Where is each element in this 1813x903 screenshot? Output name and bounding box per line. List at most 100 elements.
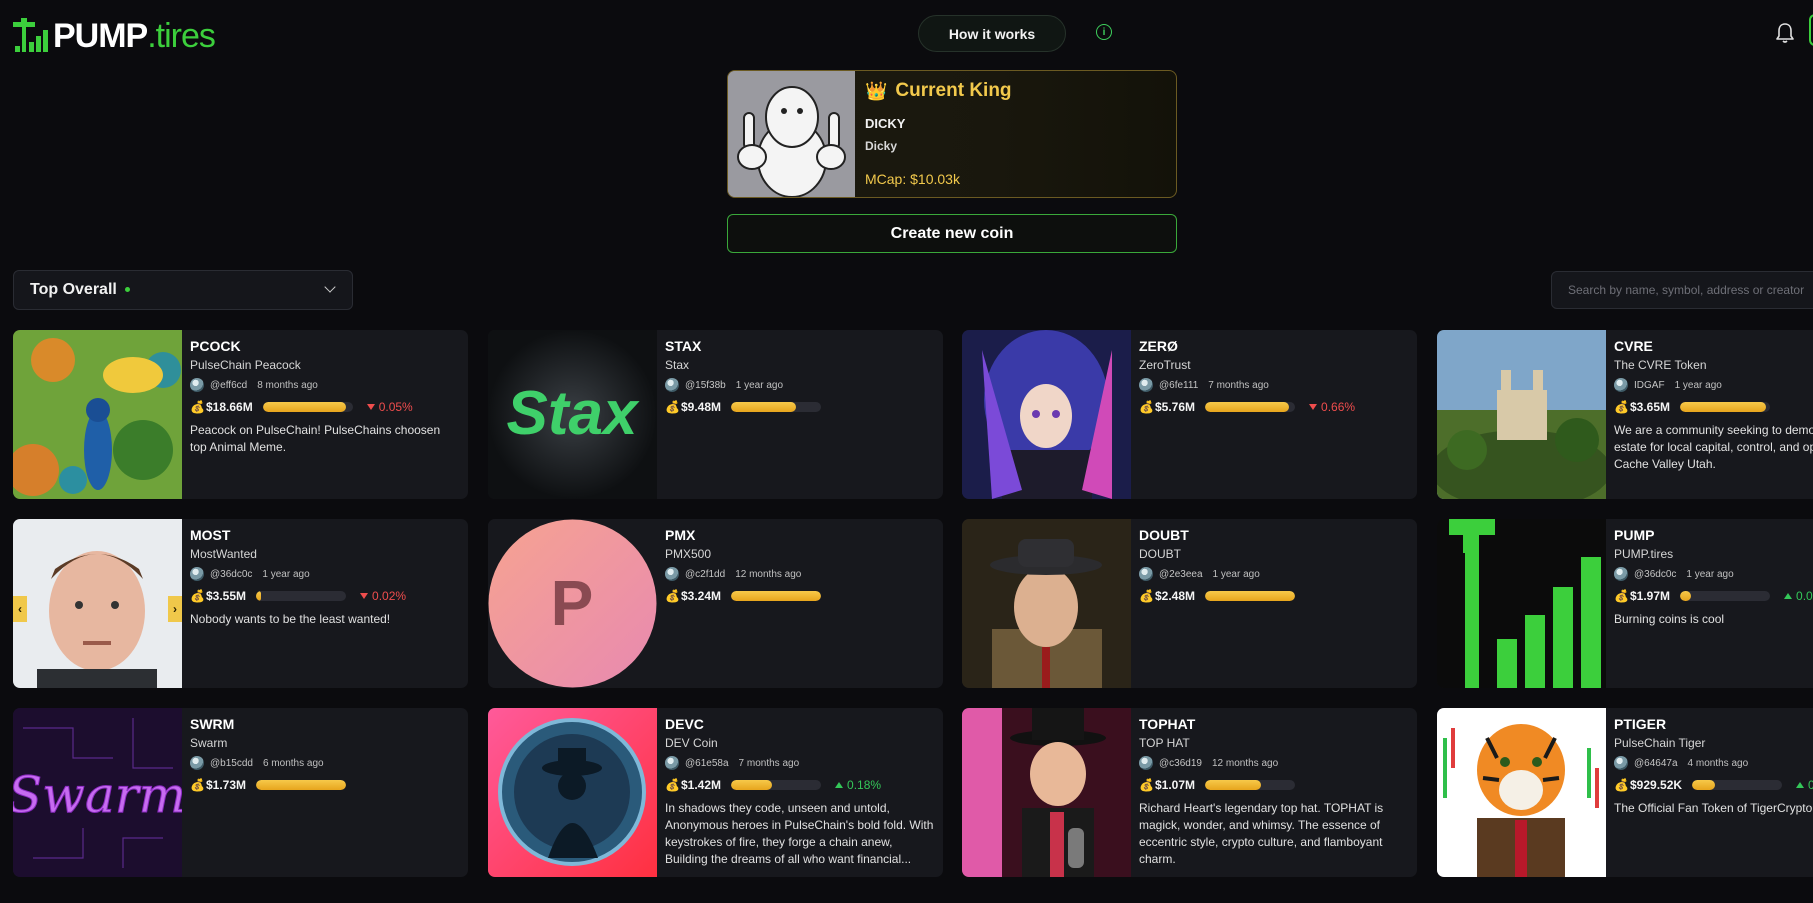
coin-age: 6 months ago [262, 757, 324, 769]
coin-symbol: CVRE [1614, 338, 1653, 354]
creator-handle[interactable]: @64647a [1634, 758, 1678, 769]
king-coin-image [728, 71, 855, 197]
creator-avatar[interactable] [665, 378, 679, 392]
creator-handle[interactable]: @c36d19 [1159, 758, 1202, 769]
price-change: 0.0 [1784, 589, 1813, 603]
coin-info: SWRM Swarm @b15cdd 6 months ago 💰 $1.73M [190, 716, 460, 793]
creator-handle[interactable]: @b15cdd [210, 758, 253, 769]
creator-avatar[interactable] [1614, 756, 1628, 770]
bonding-progress-bar [1205, 780, 1296, 790]
carousel-next-button[interactable]: › [168, 596, 182, 622]
creator-handle[interactable]: IDGAF [1634, 380, 1665, 391]
coin-card-ptiger[interactable]: PTIGER PulseChain Tiger @64647a 4 months… [1437, 708, 1813, 877]
coin-symbol: PMX [665, 527, 696, 543]
coin-name: PMX500 [665, 547, 712, 561]
creator-avatar[interactable] [665, 567, 679, 581]
coin-description: We are a community seeking to democratiz… [1614, 423, 1813, 471]
coin-image: Stax [488, 330, 657, 499]
creator-avatar[interactable] [1614, 567, 1628, 581]
coin-card-pcock[interactable]: PCOCK PulseChain Peacock @eff6cd 8 month… [13, 330, 468, 499]
bonding-progress-fill [731, 591, 822, 601]
creator-handle[interactable]: @61e58a [685, 758, 729, 769]
creator-avatar[interactable] [665, 756, 679, 770]
arrow-up-icon [1796, 782, 1805, 788]
creator-avatar[interactable] [1614, 378, 1628, 392]
creator-avatar[interactable] [1139, 378, 1153, 392]
creator-avatar[interactable] [190, 567, 204, 581]
coin-image [962, 330, 1131, 499]
coin-card-pump[interactable]: PUMP PUMP.tires @36dc0c 1 year ago 💰 $1.… [1437, 519, 1813, 688]
notification-bell-icon[interactable] [1775, 22, 1795, 44]
coin-card-devc[interactable]: DEVC DEV Coin @61e58a 7 months ago 💰 $1.… [488, 708, 943, 877]
creator-handle[interactable]: @15f38b [685, 380, 726, 391]
coin-card-tophat[interactable]: TOPHAT TOP HAT @c36d19 12 months ago 💰 $… [962, 708, 1417, 877]
bonding-progress-bar [1692, 780, 1783, 790]
coin-card-swrm[interactable]: Swarm SWRM Swarm @b15cdd 6 months ago 💰 … [13, 708, 468, 877]
coin-symbol: SWRM [190, 716, 235, 732]
creator-handle[interactable]: @36dc0c [1634, 569, 1676, 580]
creator-handle[interactable]: @c2f1dd [685, 569, 725, 580]
coin-mcap: $9.48M [681, 400, 722, 414]
coin-symbol: MOST [190, 527, 231, 543]
coin-name: TOP HAT [1139, 736, 1190, 750]
money-bag-icon: 💰 [1139, 778, 1154, 792]
coin-card-doubt[interactable]: DOUBT DOUBT @2e3eea 1 year ago 💰 $2.48M [962, 519, 1417, 688]
coin-card-pmx[interactable]: P PMX PMX500 @c2f1dd 12 months ago 💰 $3.… [488, 519, 943, 688]
creator-avatar[interactable] [190, 378, 204, 392]
creator-handle[interactable]: @6fe111 [1159, 380, 1198, 391]
creator-handle[interactable]: @36dc0c [210, 569, 252, 580]
coin-card-stax[interactable]: Stax STAX Stax @15f38b 1 year ago 💰 $9.4… [488, 330, 943, 499]
crown-icon: 👑 [865, 80, 888, 101]
sort-dropdown-label: Top Overall [30, 281, 117, 298]
creator-handle[interactable]: @eff6cd [210, 380, 247, 391]
search-input[interactable] [1551, 271, 1813, 309]
bonding-progress-fill [1205, 591, 1296, 601]
coin-name: MostWanted [190, 547, 257, 561]
coin-symbol: TOPHAT [1139, 716, 1196, 732]
creator-avatar[interactable] [1139, 756, 1153, 770]
coin-image [1437, 519, 1606, 688]
svg-text:Swarm: Swarm [13, 766, 182, 824]
price-change-value: 0.66% [1321, 400, 1356, 414]
coin-info: PTIGER PulseChain Tiger @64647a 4 months… [1614, 716, 1813, 817]
create-new-coin-button[interactable]: Create new coin [727, 214, 1177, 253]
coin-mcap: $1.73M [206, 778, 247, 792]
money-bag-icon: 💰 [1614, 589, 1629, 603]
coin-age: 1 year ago [1686, 568, 1734, 580]
bonding-progress-fill [256, 780, 347, 790]
coin-info: PCOCK PulseChain Peacock @eff6cd 8 month… [190, 338, 460, 456]
svg-text:P: P [551, 567, 594, 639]
coin-stats-row: 💰 $1.42M 0.18% [665, 777, 935, 793]
creator-avatar[interactable] [190, 756, 204, 770]
coin-description: Burning coins is cool [1614, 612, 1725, 626]
coin-name: PUMP.tires [1614, 547, 1674, 561]
sort-dropdown[interactable]: Top Overall [13, 270, 353, 310]
coin-info: DEVC DEV Coin @61e58a 7 months ago 💰 $1.… [665, 716, 935, 868]
coin-image [1437, 330, 1606, 499]
bonding-progress-bar [256, 591, 347, 601]
bonding-progress-fill [262, 402, 346, 412]
coin-card-zerø[interactable]: ZERØ ZeroTrust @6fe111 7 months ago 💰 $5… [962, 330, 1417, 499]
coin-mcap: $2.48M [1155, 589, 1196, 603]
coin-creator-row: @c2f1dd 12 months ago [665, 567, 935, 581]
logo[interactable]: PUMP.tires [13, 14, 216, 54]
carousel-prev-button[interactable]: ‹ [13, 596, 27, 622]
current-king-card[interactable]: 👑 Current King DICKY Dicky MCap: $10.03k [727, 70, 1177, 198]
creator-handle[interactable]: @2e3eea [1159, 569, 1203, 580]
coin-stats-row: 💰 $3.24M [665, 588, 935, 604]
chevron-down-icon [324, 281, 336, 293]
coin-mcap: $1.97M [1630, 589, 1671, 603]
coin-age: 1 year ago [735, 379, 784, 391]
price-change: 0 [1796, 778, 1813, 792]
wallet-button-edge[interactable] [1809, 14, 1813, 46]
coin-symbol: DOUBT [1139, 527, 1189, 543]
coin-creator-row: @eff6cd 8 months ago [190, 378, 460, 392]
coin-mcap: $3.24M [681, 589, 722, 603]
price-change-value: 0.18% [847, 778, 882, 792]
creator-avatar[interactable] [1139, 567, 1153, 581]
coin-card-most[interactable]: ‹ › MOST MostWanted @36dc0c 1 year ago 💰 … [13, 519, 468, 688]
how-it-works-button[interactable]: i How it works [918, 15, 1112, 52]
bonding-progress-fill [1205, 780, 1261, 790]
coin-info: MOST MostWanted @36dc0c 1 year ago 💰 $3.… [190, 527, 460, 628]
coin-card-cvre[interactable]: CVRE The CVRE Token IDGAF 1 year ago 💰 $… [1437, 330, 1813, 499]
